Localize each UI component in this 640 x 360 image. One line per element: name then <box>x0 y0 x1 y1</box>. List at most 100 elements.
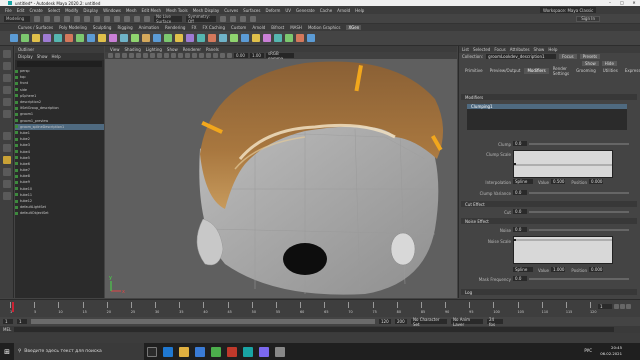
select-hierarchy-icon[interactable] <box>84 15 90 22</box>
node-tab-preview-output[interactable]: Preview/Output <box>487 68 524 74</box>
menu-curves[interactable]: Curves <box>224 8 238 13</box>
lights-icon[interactable] <box>199 53 204 58</box>
attr-menu-help[interactable]: Help <box>548 47 557 52</box>
vp-menu-view[interactable]: View <box>110 47 120 52</box>
opera-icon[interactable] <box>227 346 237 357</box>
vp-menu-renderer[interactable]: Renderer <box>183 47 201 52</box>
clump-scale-ramp[interactable] <box>513 150 613 178</box>
noise-field[interactable]: 0.0 <box>513 227 527 232</box>
noise-effect-section[interactable]: Noise Effect <box>461 218 637 224</box>
show-button[interactable]: Show <box>582 61 599 66</box>
move-tool-icon[interactable] <box>3 86 11 94</box>
mask-frequency-field[interactable]: 0.0 <box>513 276 527 281</box>
noise-scale-ramp[interactable] <box>513 236 613 264</box>
rotate-tool-icon[interactable] <box>3 98 11 106</box>
undo-icon[interactable] <box>64 15 70 22</box>
interp-dropdown[interactable]: Spline <box>513 179 533 184</box>
node-tab-primitive[interactable]: Primitive <box>462 68 486 74</box>
layout-custom-icon[interactable] <box>3 180 11 188</box>
shelf-tab-rigging[interactable]: Rigging <box>117 25 132 30</box>
resolution-gate-icon[interactable] <box>150 53 155 58</box>
sign-in-button[interactable]: Sign In <box>576 15 600 22</box>
render-icon[interactable] <box>220 15 226 22</box>
shelf-tool-14-icon[interactable] <box>153 34 161 42</box>
vp-menu-panels[interactable]: Panels <box>206 47 219 52</box>
position-field[interactable]: 0.000 <box>589 179 603 184</box>
shelf-tool-28-icon[interactable] <box>307 34 315 42</box>
shelf-tool-12-icon[interactable] <box>131 34 139 42</box>
menu-display[interactable]: Display <box>83 8 98 13</box>
shelf-tool-23-icon[interactable] <box>252 34 260 42</box>
hide-button[interactable]: Hide <box>601 61 617 66</box>
shelf-tab-curves-surfaces[interactable]: Curves / Surfaces <box>18 25 53 30</box>
shelf-tool-7-icon[interactable] <box>76 34 84 42</box>
current-frame-marker[interactable] <box>12 302 14 312</box>
edge-icon[interactable] <box>163 346 173 357</box>
focus-button[interactable]: Focus <box>559 54 577 59</box>
camera-attr-icon[interactable] <box>115 53 120 58</box>
step-forward-icon[interactable] <box>626 304 631 309</box>
file-explorer-icon[interactable] <box>179 346 189 357</box>
attr-menu-show[interactable]: Show <box>534 47 545 52</box>
select-object-icon[interactable] <box>94 15 100 22</box>
camera-icon[interactable] <box>108 53 113 58</box>
modifiers-section[interactable]: Modifiers <box>461 94 637 100</box>
app-icon-extra-2[interactable] <box>275 346 285 357</box>
render-settings-icon[interactable] <box>240 15 246 22</box>
system-clock[interactable]: 20:45 06.02.2021 <box>600 345 622 357</box>
colorspace-dropdown[interactable]: sRGB gamma <box>266 51 294 61</box>
shelf-tool-6-icon[interactable] <box>65 34 73 42</box>
field-chart-icon[interactable] <box>164 53 169 58</box>
cut-effect-section[interactable]: Cut Effect <box>461 201 637 207</box>
snap-point-icon[interactable] <box>134 15 140 22</box>
play-forward-icon[interactable] <box>620 304 625 309</box>
live-surface-field[interactable]: No Live Surface <box>154 14 182 24</box>
taskbar-search[interactable]: ⚲ Введите здесь текст для поиска <box>14 343 144 360</box>
shelf-tool-22-icon[interactable] <box>241 34 249 42</box>
gate-mask-icon[interactable] <box>157 53 162 58</box>
outliner-search-input[interactable] <box>17 61 102 67</box>
attr-menu-focus[interactable]: Focus <box>494 47 505 52</box>
anim-layer-dropdown[interactable]: No Anim Layer <box>451 317 483 327</box>
select-component-icon[interactable] <box>104 15 110 22</box>
playback-end-field[interactable]: 120 <box>379 319 391 324</box>
outliner-menu-show[interactable]: Show <box>37 54 48 59</box>
outliner-menu-help[interactable]: Help <box>52 54 61 59</box>
vp-menu-lighting[interactable]: Lighting <box>146 47 162 52</box>
playback-start-field[interactable]: 1 <box>17 319 27 324</box>
save-scene-icon[interactable] <box>54 15 60 22</box>
current-frame-field[interactable]: 1 <box>598 304 612 309</box>
windows-start-icon[interactable]: ⊞ <box>0 343 14 360</box>
menu-arnold[interactable]: Arnold <box>337 8 350 13</box>
textured-icon[interactable] <box>192 53 197 58</box>
shelf-tab-custom[interactable]: Custom <box>231 25 246 30</box>
play-back-icon[interactable] <box>614 304 619 309</box>
layout-uv-icon[interactable] <box>3 192 11 200</box>
chrome-icon[interactable] <box>211 346 221 357</box>
mel-input[interactable] <box>14 327 615 332</box>
menu-help[interactable]: Help <box>355 8 364 13</box>
range-end-field[interactable]: 200 <box>395 319 407 324</box>
shelf-tab-rendering[interactable]: Rendering <box>165 25 185 30</box>
menu-modify[interactable]: Modify <box>65 8 78 13</box>
exposure-field[interactable]: 0.00 <box>234 53 248 58</box>
character-set-dropdown[interactable]: No Character Set <box>411 317 447 327</box>
value2-field[interactable]: 1.000 <box>551 267 565 272</box>
menu-uv[interactable]: UV <box>285 8 291 13</box>
shelf-tool-21-icon[interactable] <box>230 34 238 42</box>
menu-deform[interactable]: Deform <box>265 8 280 13</box>
layout-four-icon[interactable] <box>3 144 11 152</box>
cut-field[interactable]: 0.0 <box>513 209 527 214</box>
isolate-icon[interactable] <box>227 53 232 58</box>
position2-field[interactable]: 0.000 <box>589 267 603 272</box>
shelf-tool-1-icon[interactable] <box>10 34 18 42</box>
shelf-tool-20-icon[interactable] <box>219 34 227 42</box>
scale-tool-icon[interactable] <box>3 110 11 118</box>
menu-mesh-display[interactable]: Mesh Display <box>193 8 220 13</box>
shelf-tab-arnold[interactable]: Arnold <box>252 25 265 30</box>
menu-create[interactable]: Create <box>29 8 42 13</box>
layout-graph-icon[interactable] <box>3 168 11 176</box>
shelf-tab-poly-modeling[interactable]: Poly Modeling <box>59 25 87 30</box>
shelf-tab-bifrost[interactable]: Bifrost <box>271 25 284 30</box>
node-tab-grooming[interactable]: Grooming <box>573 68 599 74</box>
